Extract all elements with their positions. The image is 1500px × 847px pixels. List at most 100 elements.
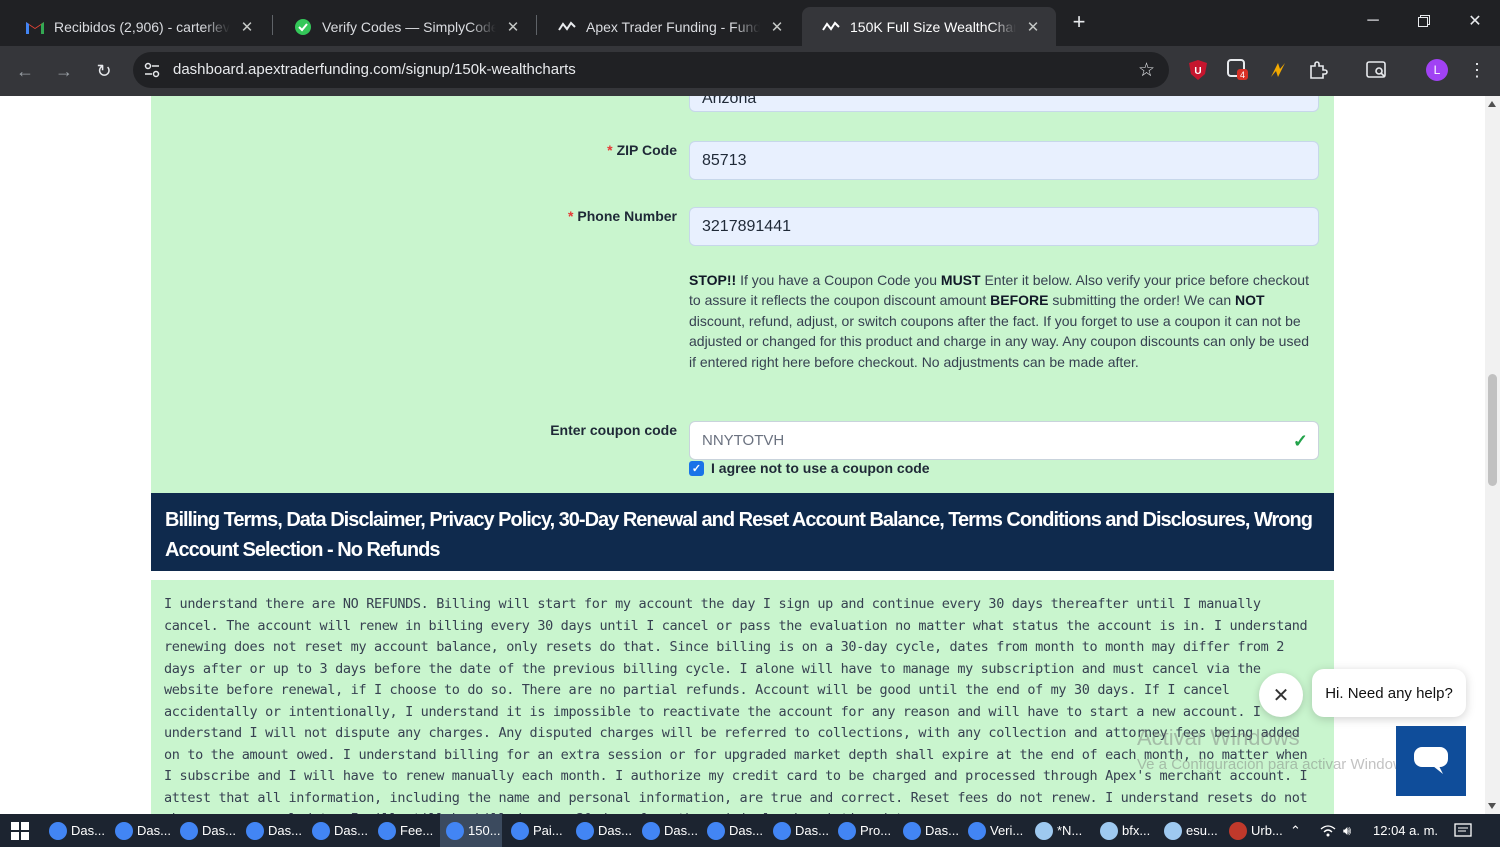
app-icon xyxy=(838,821,856,840)
tab-150k-wealthcharts[interactable]: 150K Full Size WealthCharts ✕ xyxy=(802,7,1056,46)
wifi-icon[interactable] xyxy=(1320,814,1336,847)
phone-field[interactable]: 3217891441 xyxy=(689,207,1319,246)
address-bar[interactable]: dashboard.apextraderfunding.com/signup/1… xyxy=(133,52,1169,88)
chat-greeting-bubble[interactable]: Hi. Need any help? xyxy=(1312,669,1466,717)
menu-kebab-icon[interactable]: ⋮ xyxy=(1465,58,1489,82)
tab-title: Apex Trader Funding - Funded xyxy=(586,18,760,35)
scroll-up-icon[interactable] xyxy=(1488,101,1496,107)
scrollbar-thumb[interactable] xyxy=(1488,374,1497,486)
agree-no-coupon-checkbox-row[interactable]: ✓ I agree not to use a coupon code xyxy=(689,460,930,476)
chat-launcher-button[interactable] xyxy=(1396,726,1466,796)
terms-body: I understand there are NO REFUNDS. Billi… xyxy=(151,580,1334,814)
new-tab-icon[interactable]: + xyxy=(1068,11,1090,34)
taskbar-app-label: Urb... xyxy=(1251,823,1283,838)
taskbar-app-button[interactable]: Pai... xyxy=(505,814,567,847)
profile-initial: L xyxy=(1426,59,1448,81)
zip-field[interactable]: 85713 xyxy=(689,141,1319,180)
notice-text: If you have a Coupon Code you xyxy=(736,272,941,288)
tray-chevron-icon[interactable]: ⌃ xyxy=(1290,814,1301,847)
taskbar-app-button[interactable]: Das... xyxy=(570,814,632,847)
restore-icon[interactable] xyxy=(1411,8,1437,34)
coupon-input[interactable]: NNYTOTVH ✓ xyxy=(689,421,1319,460)
page-scrollbar[interactable] xyxy=(1485,96,1500,814)
notice-not: NOT xyxy=(1235,292,1265,309)
phone-label: * Phone Number xyxy=(568,208,677,224)
reload-icon[interactable]: ↻ xyxy=(91,58,117,84)
notifications-icon[interactable] xyxy=(1454,814,1472,847)
taskbar-app-button[interactable]: Das... xyxy=(109,814,171,847)
taskbar-app-button[interactable]: Veri... xyxy=(962,814,1024,847)
browser-tab-strip: Recibidos (2,906) - carterlevis02 ✕ Veri… xyxy=(0,0,1500,46)
app-icon xyxy=(707,821,725,840)
terms-header: Billing Terms, Data Disclaimer, Privacy … xyxy=(151,493,1334,571)
tab-title: Recibidos (2,906) - carterlevis02 xyxy=(54,18,230,35)
close-tab-icon[interactable]: ✕ xyxy=(238,18,256,36)
app-icon xyxy=(115,821,133,840)
windows-taskbar: Das... Das... Das... Das... Das... Fee... 150.… xyxy=(0,814,1500,847)
taskbar-app-button[interactable]: Das... xyxy=(240,814,302,847)
close-tab-icon[interactable]: ✕ xyxy=(504,18,522,36)
agree-label: I agree not to use a coupon code xyxy=(711,460,930,476)
taskbar-app-button[interactable]: Das... xyxy=(701,814,763,847)
tab-simplycodes[interactable]: Verify Codes — SimplyCodes ✕ xyxy=(274,7,536,46)
taskbar-app-button[interactable]: Fee... xyxy=(372,814,434,847)
taskbar-app-button[interactable]: Pro... xyxy=(832,814,894,847)
taskbar-app-button[interactable]: esu... xyxy=(1158,814,1220,847)
app-icon xyxy=(49,821,67,840)
forward-icon[interactable]: → xyxy=(51,58,77,84)
app-icon xyxy=(1035,821,1053,840)
app-icon xyxy=(773,821,791,840)
scroll-down-icon[interactable] xyxy=(1488,803,1496,809)
taskbar-app-label: Das... xyxy=(268,823,302,838)
taskbar-app-button[interactable]: Das... xyxy=(306,814,368,847)
tab-title: Verify Codes — SimplyCodes xyxy=(322,18,496,35)
state-value: Arizona xyxy=(702,96,757,107)
phone-value: 3217891441 xyxy=(702,217,791,235)
close-window-icon[interactable]: ✕ xyxy=(1462,8,1488,34)
extensions-puzzle-icon[interactable] xyxy=(1306,58,1330,82)
ublock-extension-icon[interactable]: U xyxy=(1186,58,1210,82)
taskbar-app-button[interactable]: 150... xyxy=(440,814,502,847)
taskbar-app-button[interactable]: Das... xyxy=(767,814,829,847)
tab-title: 150K Full Size WealthCharts xyxy=(850,18,1016,35)
tab-apex-funded[interactable]: Apex Trader Funding - Funded ✕ xyxy=(538,7,800,46)
taskbar-app-label: Pai... xyxy=(533,823,563,838)
svg-text:U: U xyxy=(1194,66,1201,77)
profile-avatar[interactable]: L xyxy=(1425,58,1449,82)
bookmark-star-icon[interactable]: ☆ xyxy=(1138,59,1155,82)
back-icon[interactable]: ← xyxy=(12,58,38,84)
taskbar-app-button[interactable]: Das... xyxy=(636,814,698,847)
tab-gmail[interactable]: Recibidos (2,906) - carterlevis02 ✕ xyxy=(6,7,270,46)
taskbar-app-label: *N... xyxy=(1057,823,1083,838)
apex-icon xyxy=(822,18,840,36)
taskbar-app-label: Das... xyxy=(795,823,829,838)
windows-start-icon[interactable] xyxy=(0,814,40,847)
tab-divider xyxy=(536,15,537,35)
checkbox-checked-icon[interactable]: ✓ xyxy=(689,460,704,476)
clock[interactable]: 12:04 a. m. xyxy=(1373,814,1438,847)
chat-dismiss-icon[interactable]: ✕ xyxy=(1259,673,1303,717)
state-field[interactable]: Arizona xyxy=(689,96,1319,112)
taskbar-app-button[interactable]: Das... xyxy=(43,814,105,847)
browser-toolbar: ← → ↻ dashboard.apextraderfunding.com/si… xyxy=(0,46,1500,96)
app-icon xyxy=(903,821,921,840)
taskbar-app-button[interactable]: Urb... xyxy=(1223,814,1285,847)
tab-search-icon[interactable] xyxy=(1365,58,1389,82)
taskbar-app-button[interactable]: Das... xyxy=(897,814,959,847)
site-settings-icon[interactable] xyxy=(143,61,161,79)
app-icon xyxy=(511,821,529,840)
close-tab-icon[interactable]: ✕ xyxy=(1024,18,1042,36)
close-tab-icon[interactable]: ✕ xyxy=(768,18,786,36)
taskbar-app-button[interactable]: bfx... xyxy=(1094,814,1156,847)
taskbar-app-label: Das... xyxy=(729,823,763,838)
windows-activation-watermark: Activar Windows xyxy=(1137,725,1300,750)
tab-divider xyxy=(272,15,273,35)
lightning-extension-icon[interactable] xyxy=(1266,58,1290,82)
taskbar-app-label: Fee... xyxy=(400,823,434,838)
taskbar-app-button[interactable]: Das... xyxy=(174,814,236,847)
minimize-icon[interactable]: ─ xyxy=(1360,8,1386,34)
extension-badge-icon[interactable]: 4 xyxy=(1226,58,1250,82)
taskbar-app-button[interactable]: *N... xyxy=(1029,814,1091,847)
volume-icon[interactable]: 🔊︎ xyxy=(1343,814,1351,847)
coupon-value: NNYTOTVH xyxy=(702,432,785,449)
